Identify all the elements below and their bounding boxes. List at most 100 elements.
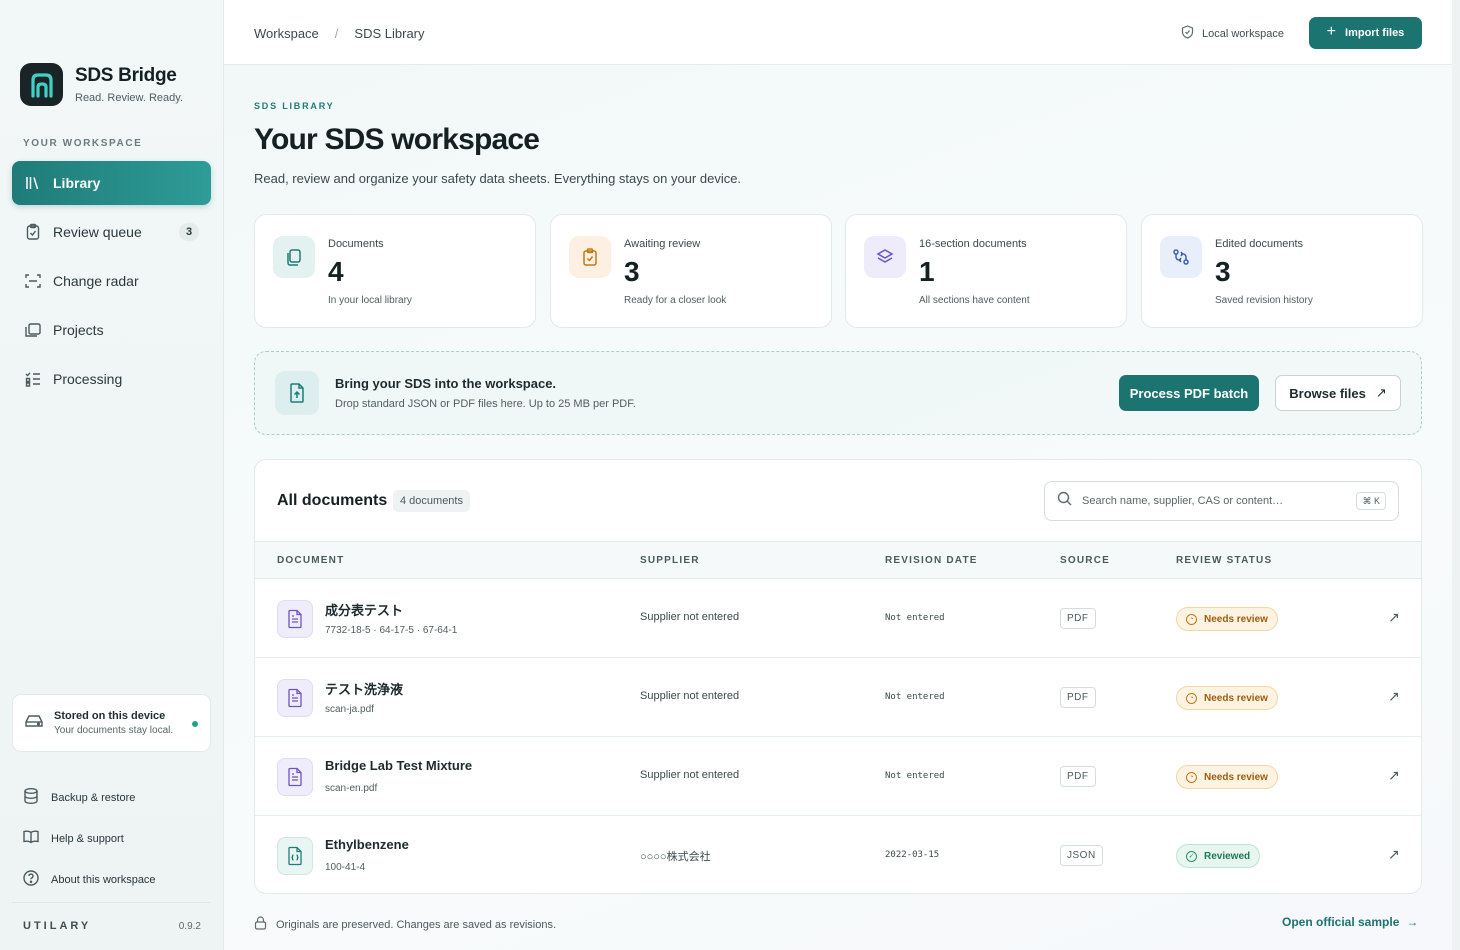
revision-date-cell: Not entered [885, 613, 945, 623]
browse-files-label: Browse files [1289, 385, 1366, 401]
git-compare-icon [1160, 236, 1202, 278]
document-meta: scan-en.pdf [325, 783, 378, 794]
table-row[interactable]: 成分表テスト 7732-18-5 · 64-17-5 · 67-64-1 Sup… [255, 579, 1421, 658]
sidebar-item-label: Library [53, 175, 101, 191]
document-name: Ethylbenzene [325, 837, 409, 852]
folders-icon [24, 321, 42, 339]
workspace-section-label: YOUR WORKSPACE [23, 138, 143, 149]
main-content: SDS LIBRARY Your SDS workspace Read, rev… [224, 65, 1452, 950]
status-label: Needs review [1204, 771, 1268, 783]
sidebar-nav: Library Review queue 3 Change radar Proj… [12, 161, 211, 406]
hard-drive-icon [24, 712, 44, 735]
stat-sub: Ready for a closer look [624, 295, 727, 306]
brand[interactable]: SDS Bridge Read. Review. Ready. [20, 63, 183, 106]
sidebar: SDS Bridge Read. Review. Ready. YOUR WOR… [0, 0, 224, 950]
breadcrumb: Workspace / SDS Library [254, 26, 425, 41]
file-upload-icon [275, 371, 319, 415]
sidebar-item-processing[interactable]: Processing [12, 357, 211, 401]
clipboard-icon [24, 223, 42, 241]
sidebar-item-label: Processing [53, 371, 123, 387]
local-workspace-indicator: Local workspace [1181, 25, 1284, 42]
source-tag: PDF [1060, 766, 1096, 787]
supplier-cell: Supplier not entered [640, 611, 740, 623]
sidebar-item-library[interactable]: Library [12, 161, 211, 205]
document-meta: scan-ja.pdf [325, 704, 374, 715]
copy-icon [273, 236, 315, 278]
open-document-icon[interactable]: ↗ [1388, 688, 1400, 705]
stat-sub: In your local library [328, 295, 412, 306]
status-badge: ✓ Reviewed [1176, 844, 1261, 868]
open-document-icon[interactable]: ↗ [1388, 609, 1400, 626]
sidebar-item-projects[interactable]: Projects [12, 308, 211, 352]
documents-panel: All documents 4 documents ⌘ K DOCUMENT S… [254, 459, 1422, 894]
open-official-sample-link[interactable]: Open official sample → [1282, 915, 1418, 929]
column-supplier[interactable]: SUPPLIER [640, 555, 700, 566]
browse-files-button[interactable]: Browse files ↗ [1275, 375, 1401, 411]
page-title: Your SDS workspace [254, 123, 540, 156]
open-official-sample-label: Open official sample [1282, 915, 1400, 929]
dropzone-subtitle: Drop standard JSON or PDF files here. Up… [335, 398, 636, 410]
table-header: DOCUMENT SUPPLIER REVISION DATE SOURCE R… [255, 541, 1421, 579]
page-subtitle: Read, review and organize your safety da… [254, 171, 742, 186]
breadcrumb-separator: / [334, 26, 339, 41]
stat-label: 16-section documents [919, 238, 1027, 250]
json-document-icon [277, 837, 313, 875]
dropzone-title: Bring your SDS into the workspace. [335, 376, 557, 391]
revision-date-cell: Not entered [885, 692, 945, 702]
source-tag: PDF [1060, 687, 1096, 708]
preservation-note: Originals are preserved. Changes are sav… [254, 916, 556, 933]
breadcrumb-workspace[interactable]: Workspace [254, 26, 319, 41]
clock-icon: ◔ [1186, 771, 1197, 783]
document-name: Bridge Lab Test Mixture [325, 758, 473, 773]
stat-card-16-section[interactable]: 16-section documents 1 All sections have… [845, 214, 1127, 328]
supplier-cell: Supplier not entered [640, 690, 740, 702]
stat-card-awaiting-review[interactable]: Awaiting review 3 Ready for a closer loo… [550, 214, 832, 328]
column-document[interactable]: DOCUMENT [277, 555, 344, 566]
storage-status-dot [192, 721, 198, 727]
stat-card-edited[interactable]: Edited documents 3 Saved revision histor… [1141, 214, 1423, 328]
stat-sub: Saved revision history [1215, 295, 1313, 306]
help-circle-icon [22, 869, 40, 890]
search-icon [1057, 491, 1072, 511]
open-document-icon[interactable]: ↗ [1388, 767, 1400, 784]
pdf-document-icon [277, 600, 313, 638]
scrollbar[interactable] [1452, 0, 1460, 950]
column-revision-date[interactable]: REVISION DATE [885, 555, 978, 566]
table-row[interactable]: Bridge Lab Test Mixture scan-en.pdf Supp… [255, 737, 1421, 816]
help-support-link[interactable]: Help & support [22, 818, 156, 859]
arrow-up-right-icon: ↗ [1375, 385, 1387, 400]
sidebar-item-label: Change radar [53, 273, 139, 289]
open-document-icon[interactable]: ↗ [1388, 846, 1400, 863]
document-meta: 100-41-4 [325, 862, 366, 873]
lock-icon [254, 916, 267, 933]
status-badge: ◔ Needs review [1176, 607, 1278, 631]
file-dropzone[interactable]: Bring your SDS into the workspace. Drop … [254, 351, 1422, 435]
sidebar-item-change-radar[interactable]: Change radar [12, 259, 211, 303]
local-workspace-label: Local workspace [1202, 27, 1284, 40]
process-pdf-batch-button[interactable]: Process PDF batch [1119, 375, 1259, 411]
source-tag: PDF [1060, 608, 1096, 629]
status-badge: ◔ Needs review [1176, 686, 1278, 710]
backup-restore-link[interactable]: Backup & restore [22, 777, 156, 818]
backup-restore-label: Backup & restore [51, 791, 136, 804]
column-review-status[interactable]: REVIEW STATUS [1176, 555, 1272, 566]
list-checks-icon [24, 370, 42, 388]
about-workspace-link[interactable]: About this workspace [22, 859, 156, 900]
table-row[interactable]: テスト洗浄液 scan-ja.pdf Supplier not entered … [255, 658, 1421, 737]
brand-tagline: Read. Review. Ready. [75, 92, 184, 104]
stat-label: Edited documents [1215, 238, 1304, 250]
stat-value: 4 [328, 256, 344, 287]
stat-label: Awaiting review [624, 238, 701, 250]
search-input[interactable] [1082, 495, 1357, 507]
table-row[interactable]: Ethylbenzene 100-41-4 ○○○○株式会社 2022-03-1… [255, 816, 1421, 893]
status-label: Needs review [1204, 613, 1268, 625]
sidebar-item-review-queue[interactable]: Review queue 3 [12, 210, 211, 254]
stat-value: 3 [624, 256, 640, 287]
storage-status-card: Stored on this device Your documents sta… [12, 694, 211, 752]
shield-check-icon [1181, 25, 1194, 42]
preservation-note-text: Originals are preserved. Changes are sav… [276, 918, 557, 931]
import-files-button[interactable]: + Import files [1309, 17, 1422, 49]
stat-card-documents[interactable]: Documents 4 In your local library [254, 214, 536, 328]
column-source[interactable]: SOURCE [1060, 555, 1110, 566]
document-search[interactable]: ⌘ K [1044, 481, 1399, 521]
